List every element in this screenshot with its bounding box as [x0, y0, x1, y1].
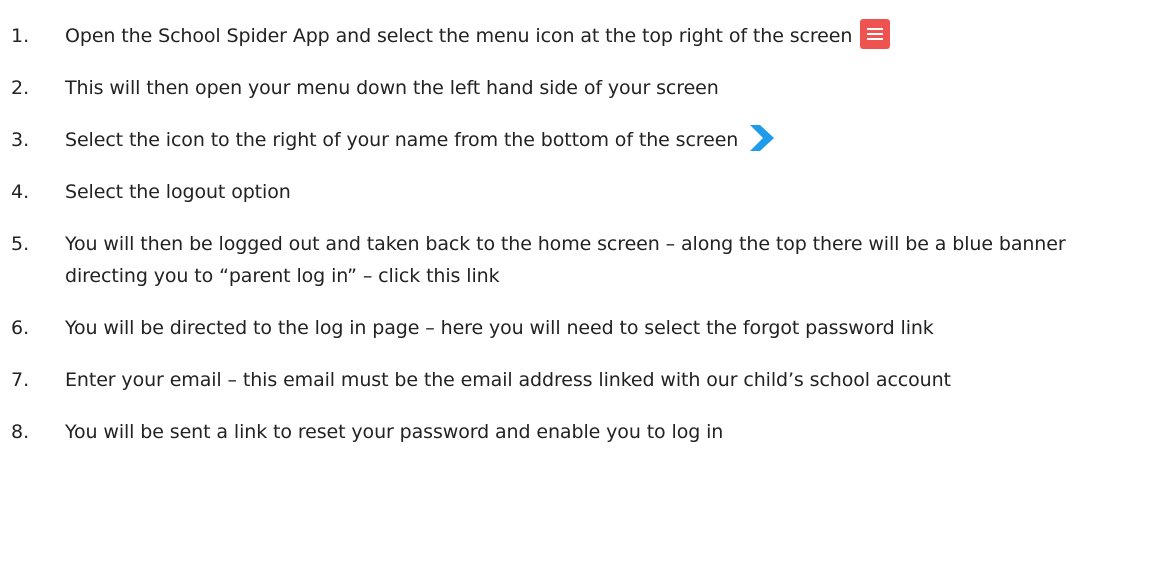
step-text: Open the School Spider App and select th… — [65, 25, 853, 47]
step-text-wrapper: Open the School Spider App and select th… — [65, 19, 1127, 52]
step-item: 3. Select the icon to the right of your … — [0, 124, 1153, 156]
step-number: 5. — [11, 233, 30, 255]
step-item: 4. Select the logout option — [0, 176, 1153, 208]
chevron-right-icon — [750, 124, 775, 151]
step-text: Select the logout option — [65, 181, 291, 203]
step-item: 5. You will then be logged out and taken… — [0, 228, 1153, 292]
step-item: 6. You will be directed to the log in pa… — [0, 312, 1153, 344]
hamburger-menu-icon — [860, 19, 891, 49]
step-number: 3. — [11, 129, 30, 151]
step-number: 4. — [11, 181, 30, 203]
step-number: 6. — [11, 317, 30, 339]
step-number: 7. — [11, 369, 30, 391]
step-text: Enter your email – this email must be th… — [65, 369, 951, 391]
step-text: You will be directed to the log in page … — [65, 317, 934, 339]
step-text: Select the icon to the right of your nam… — [65, 129, 739, 151]
step-item: 2. This will then open your menu down th… — [0, 72, 1153, 104]
step-text: You will then be logged out and taken ba… — [65, 233, 1066, 287]
step-number: 2. — [11, 77, 30, 99]
steps-list: 1. Open the School Spider App and select… — [0, 19, 1153, 468]
step-text-wrapper: Select the icon to the right of your nam… — [65, 124, 1127, 156]
step-number: 8. — [11, 421, 30, 443]
step-item: 8. You will be sent a link to reset your… — [0, 416, 1153, 448]
step-number: 1. — [11, 25, 30, 47]
step-item: 1. Open the School Spider App and select… — [0, 19, 1153, 52]
instruction-document: 1. Open the School Spider App and select… — [0, 0, 1153, 576]
step-text: This will then open your menu down the l… — [65, 77, 719, 99]
step-item: 7. Enter your email – this email must be… — [0, 364, 1153, 396]
step-text: You will be sent a link to reset your pa… — [65, 421, 724, 443]
